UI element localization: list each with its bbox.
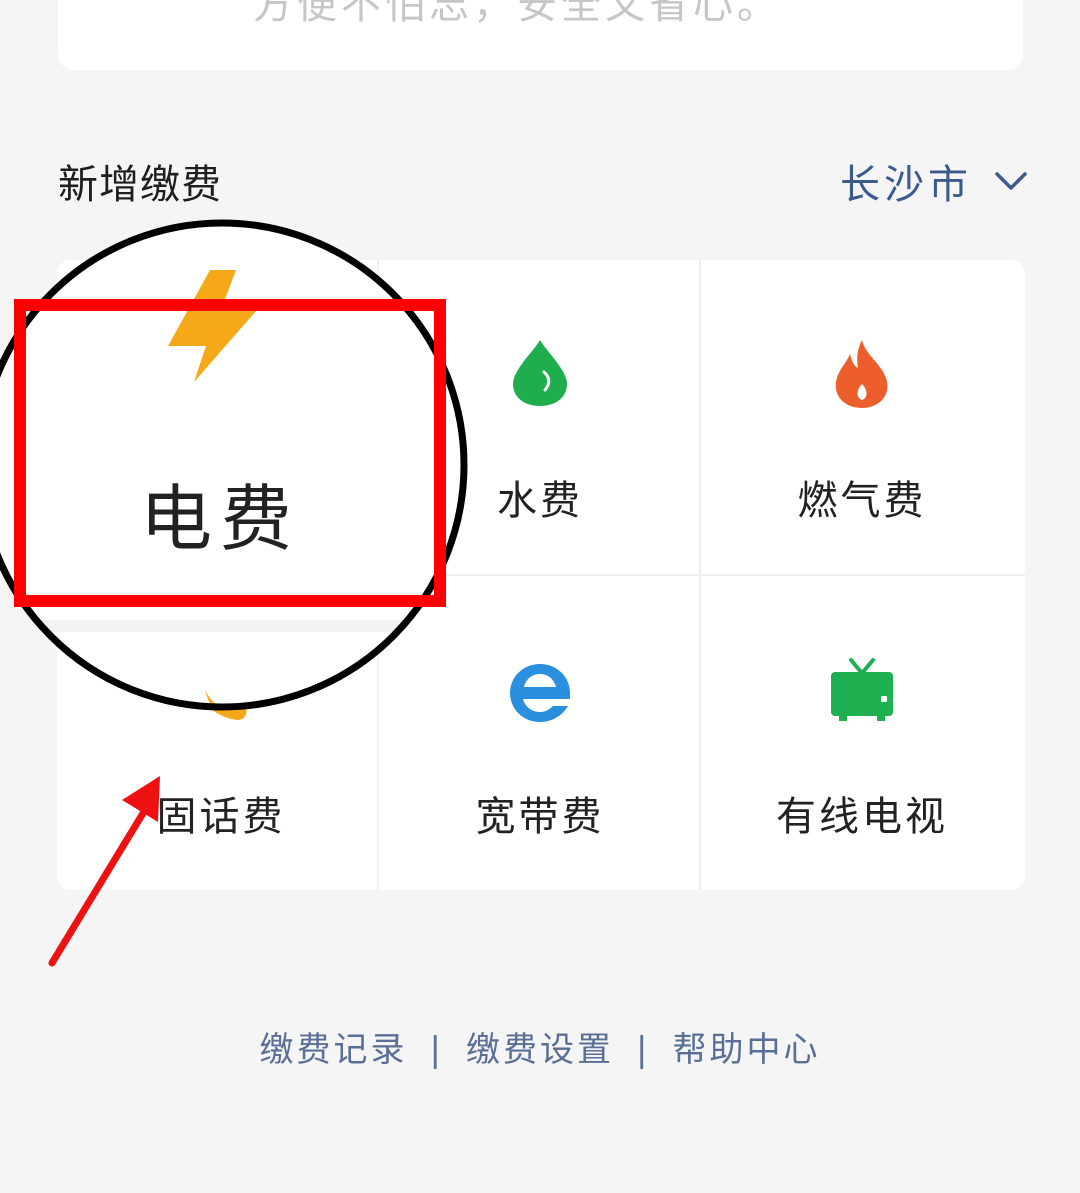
tile-label: 水费	[497, 478, 583, 524]
tile-landline[interactable]: 固话费	[57, 576, 379, 890]
intro-card: 方便不怕忘，安全又省心。	[58, 0, 1023, 70]
chevron-down-icon	[995, 172, 1027, 190]
footer-links: 缴费记录 | 缴费设置 | 帮助中心	[0, 1022, 1080, 1071]
section-title: 新增缴费	[58, 162, 222, 208]
tv-icon	[831, 658, 893, 721]
magnified-label: 电费	[139, 477, 300, 561]
city-selector[interactable]: 长沙市	[840, 152, 1028, 210]
footer-separator: |	[429, 1030, 444, 1070]
tile-label: 宽带费	[475, 794, 605, 840]
tile-label: 固话费	[156, 794, 286, 840]
tile-water[interactable]: 水费	[379, 260, 701, 575]
tile-label: 燃气费	[797, 478, 927, 524]
phone-icon	[190, 667, 247, 720]
footer-separator: |	[636, 1030, 651, 1070]
tile-label: 有线电视	[776, 794, 948, 840]
browser-e-icon	[510, 664, 570, 722]
lightning-icon	[190, 268, 260, 383]
tile-cable-tv[interactable]: 有线电视	[701, 576, 1023, 890]
water-drop-icon	[513, 340, 567, 406]
payment-type-grid: 电费 水费 燃气费 固话费 宽带费 有线电视	[57, 260, 1025, 890]
intro-tagline: 方便不怕忘，安全又省心。	[253, 0, 781, 28]
city-selector-label: 长沙市	[840, 162, 972, 208]
flame-icon	[835, 340, 888, 408]
payment-settings-link[interactable]: 缴费设置	[466, 1030, 614, 1070]
payment-history-link[interactable]: 缴费记录	[260, 1030, 408, 1070]
tile-broadband[interactable]: 宽带费	[379, 576, 701, 890]
help-center-link[interactable]: 帮助中心	[672, 1030, 820, 1070]
green-leaf-icon	[146, 0, 186, 6]
tile-gas[interactable]: 燃气费	[701, 260, 1023, 575]
